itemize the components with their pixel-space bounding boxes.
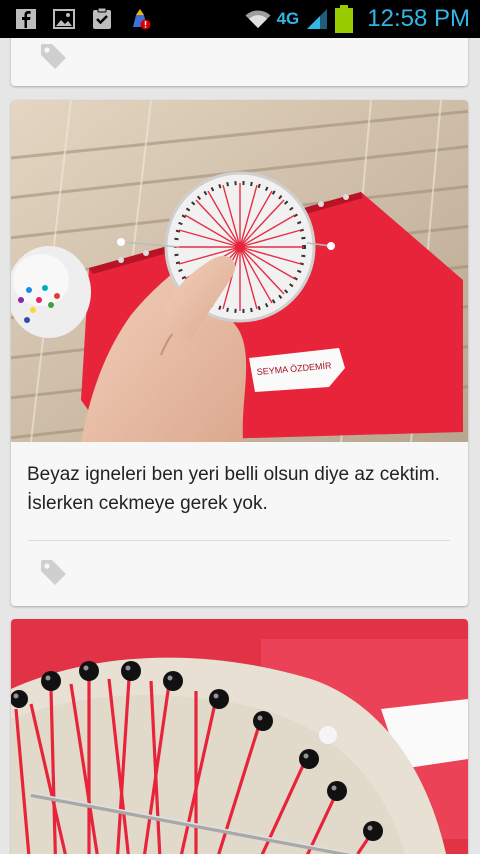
signal-icon [307, 9, 328, 29]
post-card[interactable] [11, 38, 468, 86]
post-photo[interactable] [11, 619, 468, 854]
app-update-icon [133, 9, 151, 30]
clipboard-check-icon [93, 7, 111, 29]
facebook-icon [16, 9, 36, 29]
post-photo[interactable]: SEYMA ÖZDEMİR [11, 100, 468, 442]
wifi-icon [245, 10, 271, 28]
battery-icon [335, 5, 354, 33]
divider [28, 540, 450, 541]
gallery-icon [53, 9, 75, 29]
tag-icon[interactable] [39, 558, 69, 588]
notification-icons [0, 7, 152, 31]
status-bar: 4G 12:58 PM [0, 0, 480, 38]
network-type: 4G [276, 9, 300, 28]
system-status: 4G 12:58 PM [245, 5, 480, 33]
clock: 12:58 PM [367, 5, 470, 32]
post-card[interactable] [11, 619, 468, 854]
tag-icon[interactable] [39, 42, 69, 72]
post-caption: Beyaz igneleri ben yeri belli olsun diye… [27, 464, 440, 514]
feed[interactable]: SEYMA ÖZDEMİR Beyaz igneleri ben yeri be… [0, 38, 480, 854]
post-card[interactable]: SEYMA ÖZDEMİR Beyaz igneleri ben yeri be… [11, 100, 468, 606]
